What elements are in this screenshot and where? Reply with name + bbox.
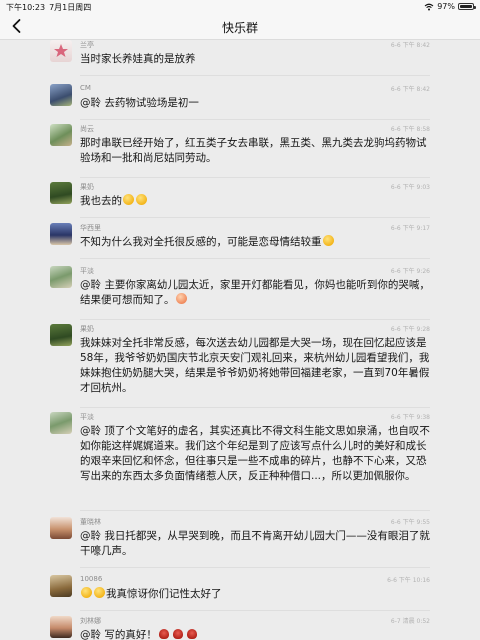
grin-emoji-icon bbox=[81, 587, 92, 598]
message-time: 6-6 下午 9:28 bbox=[390, 326, 430, 333]
sender-name: CM bbox=[80, 84, 91, 92]
message-divider bbox=[80, 217, 430, 218]
avatar[interactable] bbox=[50, 124, 72, 146]
message-time: 6-6 下午 9:17 bbox=[390, 225, 430, 232]
rose-emoji-icon bbox=[172, 629, 183, 639]
message-time: 6-6 下午 9:03 bbox=[390, 184, 430, 191]
message-text: 不知为什么我对全托很反感的，可能是恋母情结较重 bbox=[80, 235, 432, 250]
sender-name: 华西里 bbox=[80, 224, 101, 232]
message-text-content: @聆 主要你家离幼儿园太近，家里开灯都能看见，你妈也能听到你的哭喊，结果便可想而… bbox=[80, 279, 430, 306]
status-bar: 下午10:23 7月1日周四 97% bbox=[0, 0, 480, 14]
wifi-icon bbox=[424, 3, 434, 10]
message-text: @聆 顶了个文笔好的虚名，其实还真比不得文科生能文思如泉涌，也自叹不如你能这样娓… bbox=[80, 425, 430, 482]
rose-emoji-icon bbox=[186, 629, 197, 639]
surprised-emoji-icon bbox=[175, 293, 187, 304]
message-text-content: 我也去的 bbox=[80, 195, 122, 207]
message-text: 那时串联已经开始了，红五类子女去串联，黑五类、黑九类去龙驹坞药物试验场和一批和尚… bbox=[80, 137, 427, 164]
avatar[interactable] bbox=[50, 575, 72, 597]
status-time: 下午10:23 bbox=[6, 3, 46, 12]
avatar[interactable] bbox=[50, 412, 72, 434]
avatar[interactable] bbox=[50, 266, 72, 288]
message-text-content: @聆 写的真好！ bbox=[80, 629, 157, 640]
sender-name: 10086 bbox=[80, 575, 103, 583]
nav-bar: 快乐群 bbox=[0, 14, 480, 40]
chat-message-list[interactable]: 兰亭 6-6 下午 8:42 当时家长养娃真的是放养 CM 6-6 下午 8:4… bbox=[0, 40, 480, 640]
message-time: 6-6 下午 8:58 bbox=[390, 126, 430, 133]
message-text: 我真惊讶你们记性太好了 bbox=[80, 587, 432, 602]
message-time: 6-7 清晨 0:52 bbox=[390, 618, 430, 625]
avatar[interactable] bbox=[50, 40, 72, 62]
rose-emoji-icon bbox=[158, 629, 169, 639]
smile-emoji-icon bbox=[322, 235, 334, 246]
message-text: @聆 去药物试验场是初一 bbox=[80, 97, 199, 109]
message-divider bbox=[80, 119, 430, 120]
avatar[interactable] bbox=[50, 517, 72, 539]
battery-percent: 97% bbox=[437, 2, 455, 11]
avatar[interactable] bbox=[50, 182, 72, 204]
message-divider bbox=[80, 510, 430, 511]
message-text: 我妹妹对全托非常反感，每次送去幼儿园都是大哭一场，现在回忆起应该是58年，我爷爷… bbox=[80, 337, 430, 394]
battery-fill bbox=[460, 5, 472, 8]
message-text: 当时家长养娃真的是放养 bbox=[80, 53, 196, 65]
message-divider bbox=[80, 567, 430, 568]
avatar[interactable] bbox=[50, 84, 72, 106]
message-text: 我也去的 bbox=[80, 194, 432, 209]
battery-icon bbox=[458, 3, 476, 10]
message-text: @聆 写的真好！ bbox=[80, 628, 432, 640]
message-divider bbox=[80, 75, 430, 76]
grin-emoji-icon bbox=[94, 587, 105, 598]
message-time: 6-6 下午 8:42 bbox=[390, 86, 430, 93]
message-divider bbox=[80, 610, 430, 611]
message-divider bbox=[80, 177, 430, 178]
avatar[interactable] bbox=[50, 324, 72, 346]
message-time: 6-6 下午 9:26 bbox=[390, 268, 430, 275]
sender-name: 尚云 bbox=[80, 125, 94, 133]
avatar[interactable] bbox=[50, 616, 72, 638]
message-time: 6-6 下午 9:55 bbox=[390, 519, 430, 526]
sender-name: 平淡 bbox=[80, 413, 94, 421]
avatar[interactable] bbox=[50, 223, 72, 245]
sender-name: 果奶 bbox=[80, 325, 94, 333]
message-text: @聆 主要你家离幼儿园太近，家里开灯都能看见，你妈也能听到你的哭喊，结果便可想而… bbox=[80, 278, 432, 308]
message-time: 6-6 下午 8:42 bbox=[390, 42, 430, 49]
thinking-emoji-icon bbox=[136, 194, 147, 205]
message-divider bbox=[80, 258, 430, 259]
message-time: 6-6 下午 9:38 bbox=[390, 414, 430, 421]
grin-emoji-icon bbox=[123, 194, 134, 205]
message-text: @聆 我日托都哭，从早哭到晚，而且不肯离开幼儿园大门——没有眼泪了就干嚎几声。 bbox=[80, 530, 430, 557]
status-date: 7月1日周四 bbox=[49, 3, 92, 12]
sender-name: 刘林娜 bbox=[80, 617, 101, 625]
message-divider bbox=[80, 407, 430, 408]
message-text-content: 不知为什么我对全托很反感的，可能是恋母情结较重 bbox=[80, 236, 322, 248]
message-time: 6-6 下午 10:16 bbox=[387, 577, 430, 584]
sender-name: 平淡 bbox=[80, 267, 94, 275]
sender-name: 董晓林 bbox=[80, 518, 101, 526]
sender-name: 兰亭 bbox=[80, 41, 94, 49]
chat-title: 快乐群 bbox=[221, 21, 258, 35]
message-divider bbox=[80, 319, 430, 320]
message-text-content: 我真惊讶你们记性太好了 bbox=[106, 588, 222, 600]
sender-name: 果奶 bbox=[80, 183, 94, 191]
